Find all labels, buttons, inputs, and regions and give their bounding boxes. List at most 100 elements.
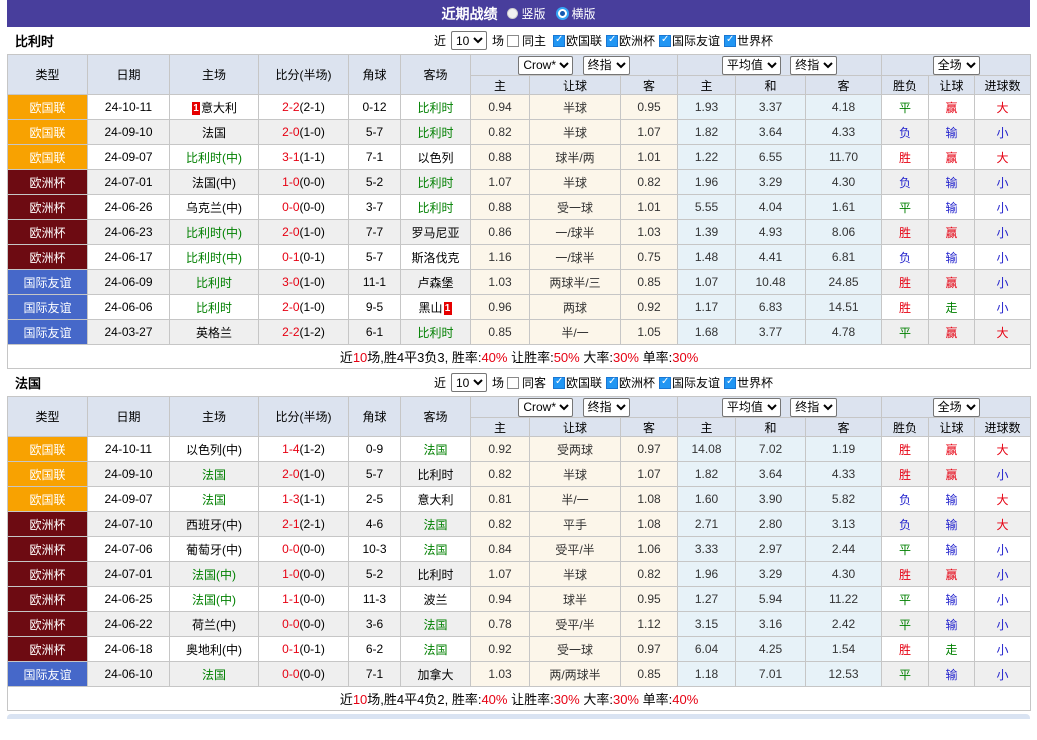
- radio-vertical-icon[interactable]: [507, 8, 518, 19]
- average-select[interactable]: 平均值: [722, 398, 781, 417]
- avg-draw-odds: 4.04: [736, 195, 806, 220]
- away-team-cell: 比利时: [401, 195, 471, 220]
- match-date: 24-07-01: [88, 170, 170, 195]
- home-team-cell: 比利时: [170, 295, 259, 320]
- away-team-cell: 法国: [401, 512, 471, 537]
- home-team: 法国(中): [192, 593, 236, 607]
- table-row: 欧洲杯 24-06-17 比利时(中) 0-1(0-1) 5-7 斯洛伐克 1.…: [8, 245, 1031, 270]
- match-score: 2-0(1-0): [259, 120, 349, 145]
- matches-label: 场: [492, 32, 504, 49]
- over-under-result: 小: [975, 270, 1031, 295]
- league-checkbox[interactable]: [553, 35, 565, 47]
- recent-count-select[interactable]: 10: [451, 373, 487, 392]
- match-score: 0-0(0-0): [259, 537, 349, 562]
- full-match-select[interactable]: 全场: [933, 398, 980, 417]
- league-checkbox[interactable]: [724, 35, 736, 47]
- away-team: 比利时: [417, 101, 453, 115]
- average-select[interactable]: 平均值: [722, 56, 781, 75]
- league-badge: 欧洲杯: [8, 587, 88, 612]
- full-match-select[interactable]: 全场: [933, 56, 980, 75]
- half-time-score: (0-0): [300, 617, 325, 631]
- crow-away-odds: 1.01: [621, 145, 678, 170]
- layout-option-horizontal[interactable]: 横版: [556, 5, 596, 22]
- bookmaker-select[interactable]: Crow*: [518, 398, 573, 417]
- radio-horizontal-icon[interactable]: [556, 7, 569, 20]
- radio-vertical-label: 竖版: [521, 5, 545, 22]
- same-venue-checkbox[interactable]: [507, 35, 519, 47]
- avg-away-odds: 1.54: [806, 637, 882, 662]
- match-score: 1-1(0-0): [259, 587, 349, 612]
- avg-home-odds: 1.93: [678, 95, 736, 120]
- final-index-select-2[interactable]: 终指: [790, 56, 837, 75]
- over-under-result: 大: [975, 320, 1031, 345]
- full-time-score: 1-4: [282, 442, 299, 456]
- over-under-result: 小: [975, 587, 1031, 612]
- avg-home-odds: 1.82: [678, 462, 736, 487]
- final-index-select[interactable]: 终指: [583, 56, 630, 75]
- league-checkbox[interactable]: [606, 377, 618, 389]
- league-checkbox[interactable]: [724, 377, 736, 389]
- win-draw-loss-result: 负: [882, 120, 929, 145]
- table-row: 欧洲杯 24-06-22 荷兰(中) 0-0(0-0) 3-6 法国 0.78 …: [8, 612, 1031, 637]
- league-label: 国际友谊: [672, 374, 720, 391]
- match-date: 24-06-17: [88, 245, 170, 270]
- crow-away-odds: 1.07: [621, 120, 678, 145]
- home-team: 西班牙(中): [186, 518, 242, 532]
- crow-away-odds: 0.95: [621, 587, 678, 612]
- col-result-header: 胜负: [882, 418, 929, 437]
- over-under-result: 小: [975, 220, 1031, 245]
- table-row: 国际友谊 24-06-10 法国 0-0(0-0) 7-1 加拿大 1.03 两…: [8, 662, 1031, 687]
- home-team: 比利时: [196, 301, 232, 315]
- league-checkbox[interactable]: [659, 35, 671, 47]
- avg-away-odds: 8.06: [806, 220, 882, 245]
- league-badge: 欧洲杯: [8, 512, 88, 537]
- crow-away-odds: 1.05: [621, 320, 678, 345]
- league-checkbox[interactable]: [659, 377, 671, 389]
- crow-home-odds: 0.85: [471, 320, 530, 345]
- corner-score: 5-7: [349, 245, 401, 270]
- match-score: 1-0(0-0): [259, 562, 349, 587]
- league-badge: 欧国联: [8, 95, 88, 120]
- filter-controls: 近 10 场 同客 欧国联欧洲杯国际友谊世界杯: [434, 373, 773, 392]
- corner-score: 5-2: [349, 562, 401, 587]
- away-team: 以色列: [417, 151, 453, 165]
- result-group-header: 全场: [882, 397, 1031, 418]
- avg-away-odds: 1.19: [806, 437, 882, 462]
- same-venue-checkbox[interactable]: [507, 377, 519, 389]
- win-draw-loss-result: 负: [882, 245, 929, 270]
- handicap-result: 赢: [929, 220, 975, 245]
- avg-draw-odds: 4.93: [736, 220, 806, 245]
- home-team: 比利时(中): [186, 151, 242, 165]
- recent-count-select[interactable]: 10: [451, 31, 487, 50]
- corner-score: 7-1: [349, 145, 401, 170]
- match-date: 24-06-06: [88, 295, 170, 320]
- layout-option-vertical[interactable]: 竖版: [507, 5, 545, 22]
- win-draw-loss-result: 胜: [882, 270, 929, 295]
- half-time-score: (2-1): [300, 100, 325, 114]
- final-index-select[interactable]: 终指: [583, 398, 630, 417]
- handicap-line: 球半: [530, 587, 621, 612]
- col-crow-away-header: 客: [621, 418, 678, 437]
- col-avg-away-header: 客: [806, 418, 882, 437]
- home-team-cell: 乌克兰(中): [170, 195, 259, 220]
- league-checkbox[interactable]: [606, 35, 618, 47]
- final-index-select-2[interactable]: 终指: [790, 398, 837, 417]
- avg-home-odds: 3.33: [678, 537, 736, 562]
- handicap-result: 输: [929, 195, 975, 220]
- match-date: 24-06-23: [88, 220, 170, 245]
- bookmaker-select[interactable]: Crow*: [518, 56, 573, 75]
- crow-home-odds: 0.84: [471, 537, 530, 562]
- filter-row: 比利时 近 10 场 同主 欧国联欧洲杯国际友谊世界杯: [7, 27, 1030, 54]
- crow-away-odds: 1.08: [621, 487, 678, 512]
- crow-away-odds: 0.85: [621, 270, 678, 295]
- table-row: 欧洲杯 24-07-06 葡萄牙(中) 0-0(0-0) 10-3 法国 0.8…: [8, 537, 1031, 562]
- away-team-cell: 比利时: [401, 462, 471, 487]
- handicap-line: 半球: [530, 562, 621, 587]
- league-checkbox[interactable]: [553, 377, 565, 389]
- next-section-edge: [7, 714, 1030, 719]
- league-badge: 国际友谊: [8, 270, 88, 295]
- corner-score: 11-3: [349, 587, 401, 612]
- match-date: 24-06-09: [88, 270, 170, 295]
- avg-home-odds: 1.22: [678, 145, 736, 170]
- match-date: 24-03-27: [88, 320, 170, 345]
